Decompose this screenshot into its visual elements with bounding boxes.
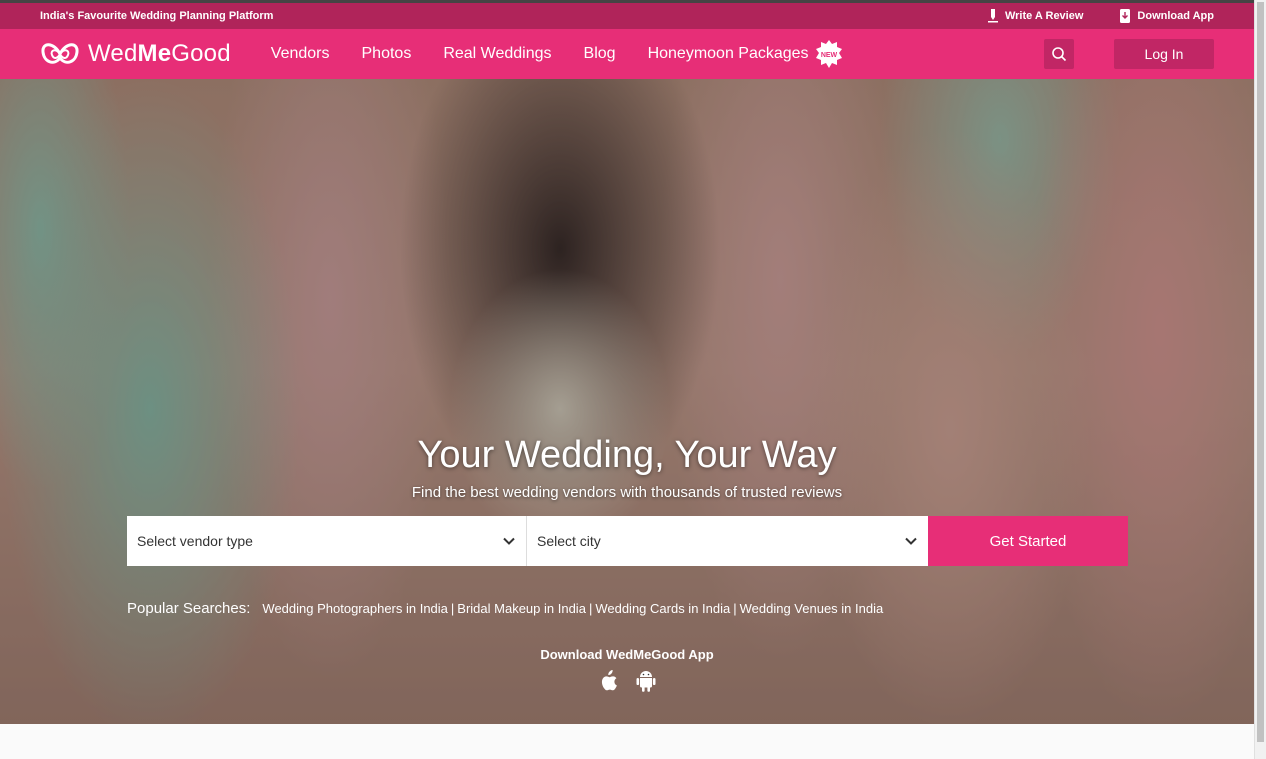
search-button[interactable] bbox=[1044, 39, 1074, 69]
page-scrollbar[interactable] bbox=[1254, 0, 1266, 759]
new-badge-text: NEW bbox=[820, 52, 837, 59]
login-button[interactable]: Log In bbox=[1114, 39, 1214, 69]
new-badge-icon: NEW bbox=[815, 40, 842, 68]
logo-text-bold: Me bbox=[137, 40, 172, 67]
nav-blog[interactable]: Blog bbox=[584, 45, 616, 63]
app-store-links bbox=[0, 669, 1254, 693]
chevron-down-icon bbox=[905, 537, 917, 545]
logo-text-suffix: Good bbox=[171, 40, 231, 67]
vendor-search-form: Select vendor type Select city Get Start… bbox=[127, 516, 1128, 566]
hero-section: Your Wedding, Your Way Find the best wed… bbox=[0, 79, 1254, 724]
search-icon bbox=[1052, 47, 1067, 62]
apple-icon bbox=[601, 670, 617, 691]
logo-text: WedMeGood bbox=[88, 40, 231, 68]
download-app-link[interactable]: Download App bbox=[1119, 9, 1214, 23]
separator: | bbox=[588, 601, 593, 616]
popular-searches: Popular Searches: Wedding Photographers … bbox=[127, 600, 883, 617]
hero-subline: Find the best wedding vendors with thous… bbox=[411, 484, 843, 501]
nav-vendors[interactable]: Vendors bbox=[271, 45, 330, 63]
ios-app-link[interactable] bbox=[597, 669, 619, 693]
write-review-label: Write A Review bbox=[1004, 10, 1084, 22]
city-value: Select city bbox=[537, 533, 601, 549]
phone-download-icon bbox=[1120, 9, 1131, 23]
get-started-button[interactable]: Get Started bbox=[928, 516, 1128, 566]
popular-link-wedding-cards[interactable]: Wedding Cards in India bbox=[595, 601, 730, 616]
nav-honeymoon-packages[interactable]: Honeymoon Packages NEW bbox=[648, 40, 843, 68]
logo-text-prefix: Wed bbox=[88, 40, 138, 67]
separator: | bbox=[733, 601, 737, 616]
scrollbar-thumb[interactable] bbox=[1257, 2, 1264, 742]
vendor-type-select[interactable]: Select vendor type bbox=[127, 516, 527, 566]
popular-searches-label: Popular Searches: bbox=[127, 600, 251, 617]
hero-headline: Your Wedding, Your Way bbox=[417, 434, 837, 476]
write-review-link[interactable]: Write A Review bbox=[987, 9, 1083, 23]
pen-icon bbox=[987, 9, 998, 23]
vendor-type-value: Select vendor type bbox=[137, 533, 253, 549]
hero-content: Your Wedding, Your Way Find the best wed… bbox=[0, 79, 1254, 724]
download-app-label: Download App bbox=[1137, 10, 1214, 22]
nav-photos[interactable]: Photos bbox=[362, 45, 412, 63]
main-nav: WedMeGood Vendors Photos Real Weddings B… bbox=[0, 29, 1254, 79]
popular-link-bridal-makeup[interactable]: Bridal Makeup in India bbox=[457, 601, 586, 616]
main-content: India's Favourite Wedding Planning Platf… bbox=[0, 0, 1254, 759]
chevron-down-icon bbox=[503, 537, 515, 545]
popular-link-wedding-venues[interactable]: Wedding Venues in India bbox=[740, 601, 884, 616]
android-app-link[interactable] bbox=[635, 669, 657, 693]
logo[interactable]: WedMeGood bbox=[40, 38, 231, 70]
top-bar: India's Favourite Wedding Planning Platf… bbox=[0, 0, 1254, 29]
separator: | bbox=[450, 601, 455, 616]
tagline: India's Favourite Wedding Planning Platf… bbox=[40, 10, 274, 22]
popular-link-photographers[interactable]: Wedding Photographers in India bbox=[262, 601, 448, 616]
nav-real-weddings[interactable]: Real Weddings bbox=[443, 45, 551, 63]
android-icon bbox=[636, 671, 656, 692]
download-app-title: Download WedMeGood App bbox=[540, 647, 714, 662]
page: India's Favourite Wedding Planning Platf… bbox=[0, 0, 1266, 759]
city-select[interactable]: Select city bbox=[527, 516, 928, 566]
logo-icon bbox=[41, 43, 79, 64]
nav-honeymoon-label: Honeymoon Packages bbox=[647, 45, 809, 62]
